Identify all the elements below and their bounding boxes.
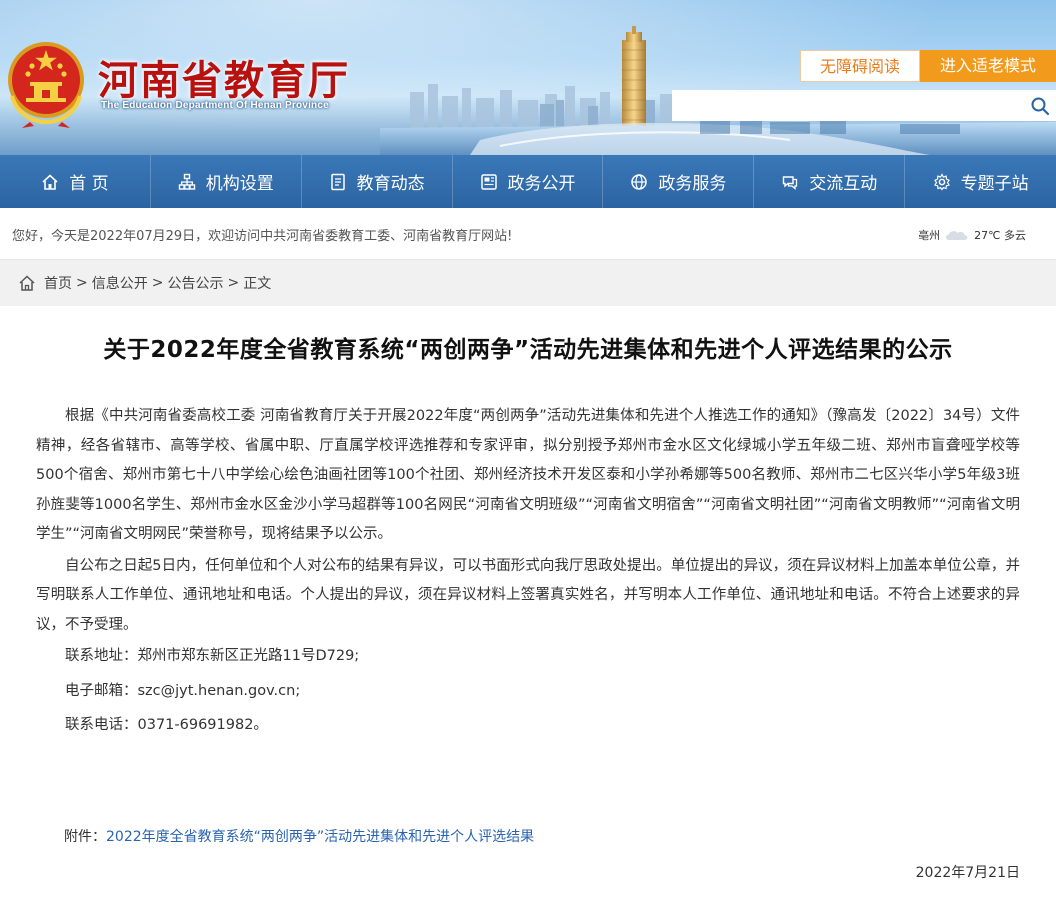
welcome-text: 您好，今天是2022年07月29日，欢迎访问中共河南省委教育工委、河南省教育厅网… [12,229,513,244]
home-icon [42,173,58,190]
nav-item-news[interactable]: 教育动态 [302,155,453,208]
nav-item-topics[interactable]: 专题子站 [905,155,1056,208]
nav-item-affairs[interactable]: 政务公开 [453,155,604,208]
chat-icon [783,175,798,190]
publish-date: 2022年7月21日 [915,865,1020,881]
newspaper-icon [480,173,497,190]
site-banner: 河南省教育厅 The Education Department Of Henan… [0,0,1056,155]
nav-item-label: 机构设置 [205,174,274,194]
contact-phone: 联系电话：0371-69691982。 [65,717,268,733]
article-body: 根据《中共河南省委高校工委 河南省教育厅关于开展2022年度“两创两争”活动先进… [36,402,1020,746]
article-paragraph: 根据《中共河南省委高校工委 河南省教育厅关于开展2022年度“两创两争”活动先进… [36,408,1020,542]
document-icon [330,173,345,190]
breadcrumb: 首页 > 信息公开 > 公告公示 > 正文 [0,260,1056,306]
contact-address: 联系地址：郑州市郑东新区正光路11号D729; [65,648,360,664]
nav-item-org[interactable]: 机构设置 [151,155,302,208]
org-chart-icon [178,173,195,190]
attachment: 附件：2022年度全省教育系统“两创两争”活动先进集体和先进个人评选结果 [64,826,534,846]
breadcrumb-separator: > [227,275,240,291]
article-title: 关于2022年度全省教育系统“两创两争”活动先进集体和先进个人评选结果的公示 [103,337,953,363]
weather-city: 亳州 [918,229,941,242]
nav-item-interact[interactable]: 交流互动 [754,155,906,208]
nav-item-label: 首 页 [69,174,109,194]
nav-item-label: 政务公开 [507,174,576,194]
article-paragraph: 自公布之日起5日内，任何单位和个人对公布的结果有异议，可以书面形式向我厅思政处提… [36,557,1020,633]
attachment-label: 附件： [64,829,106,845]
nav-item-label: 政务服务 [658,174,727,194]
globe-icon [631,173,648,190]
home-icon [19,275,35,291]
settings-icon [933,172,950,191]
nav-item-label: 教育动态 [356,174,425,194]
weather-temp: 27℃ 多云 [974,229,1026,242]
search-icon [1031,97,1050,115]
welcome-bar: 您好，今天是2022年07月29日，欢迎访问中共河南省委教育工委、河南省教育厅网… [0,208,1056,260]
contact-email: 电子邮箱：szc@jyt.henan.gov.cn; [65,682,301,699]
accessible-reading-button[interactable]: 无障碍阅读 [800,50,920,82]
elder-mode-button[interactable]: 进入适老模式 [920,50,1056,82]
nav-item-service[interactable]: 政务服务 [603,155,755,208]
breadcrumb-separator: > [76,275,88,291]
breadcrumb-home-link[interactable]: 首页 [44,273,72,293]
site-subtitle: The Education Department Of Henan Provin… [101,100,329,111]
nav-item-label: 交流互动 [809,174,878,194]
nav-item-home[interactable]: 首 页 [0,155,151,208]
search-input[interactable] [672,90,1024,121]
breadcrumb-info-link[interactable]: 信息公开 [92,273,148,293]
nav-item-label: 专题子站 [960,174,1029,194]
main-nav: 首 页 机构设置 教育动态 政务公开 政务服务 交流互动 专题子站 [0,155,1056,208]
search-button[interactable] [1024,90,1056,121]
breadcrumb-notice-link[interactable]: 公告公示 [167,273,223,293]
site-title: 河南省教育厅 [98,58,350,104]
weather-widget: 亳州 27℃ 多云 [918,227,1026,243]
breadcrumb-separator: > [151,275,164,291]
national-emblem-icon [8,42,84,128]
cloud-icon [946,231,968,240]
attachment-link[interactable]: 2022年度全省教育系统“两创两争”活动先进集体和先进个人评选结果 [106,829,534,845]
breadcrumb-current: 正文 [243,276,272,292]
